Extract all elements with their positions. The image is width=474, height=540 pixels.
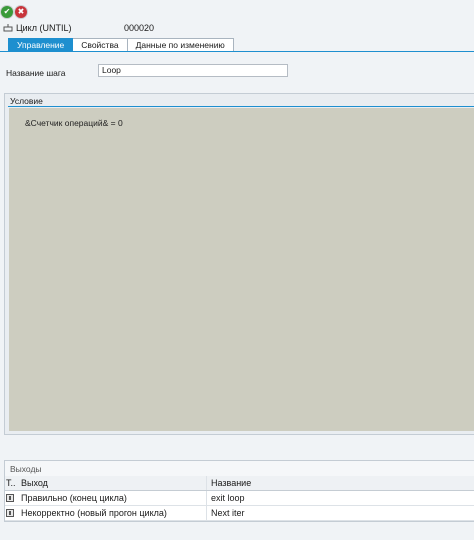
outputs-table-header: Т.. Выход Название xyxy=(5,476,474,491)
step-title: Цикл (UNTIL) xyxy=(16,23,72,33)
confirm-icon[interactable]: ✔ xyxy=(1,6,13,18)
step-name-label: Название шага xyxy=(6,68,66,78)
step-number: 000020 xyxy=(124,23,155,33)
loop-step-icon xyxy=(3,24,13,32)
column-header-exit[interactable]: Выход xyxy=(19,476,207,490)
outputs-title: Выходы xyxy=(10,464,42,474)
cancel-icon[interactable]: ✖ xyxy=(15,6,27,18)
tab-change-data[interactable]: Данные по изменению xyxy=(127,38,234,52)
row-type-cell xyxy=(5,506,19,520)
exit-icon xyxy=(6,494,14,502)
tab-control[interactable]: Управление xyxy=(8,38,74,52)
row-name: exit loop xyxy=(211,493,245,503)
column-header-name[interactable]: Название xyxy=(207,476,474,490)
condition-title-underline xyxy=(8,106,474,107)
condition-editor[interactable] xyxy=(9,108,474,431)
row-name: Next iter xyxy=(211,508,245,518)
step-name-input[interactable]: Loop xyxy=(98,64,288,77)
tab-properties[interactable]: Свойства xyxy=(73,38,128,52)
row-exit: Некорректно (новый прогон цикла) xyxy=(19,506,207,520)
condition-expression[interactable]: &Счетчик операций& = 0 xyxy=(25,118,123,128)
column-header-type[interactable]: Т.. xyxy=(5,476,19,490)
condition-title: Условие xyxy=(10,96,43,106)
exit-icon xyxy=(6,509,14,517)
tab-underline xyxy=(0,51,474,52)
table-row[interactable]: Правильно (конец цикла) exit loop xyxy=(5,491,474,506)
table-row[interactable]: Некорректно (новый прогон цикла) Next it… xyxy=(5,506,474,521)
tab-strip: Управление Свойства Данные по изменению xyxy=(8,38,234,52)
row-exit: Правильно (конец цикла) xyxy=(19,491,207,505)
outputs-table: Т.. Выход Название Правильно (конец цикл… xyxy=(5,476,474,521)
row-type-cell xyxy=(5,491,19,505)
